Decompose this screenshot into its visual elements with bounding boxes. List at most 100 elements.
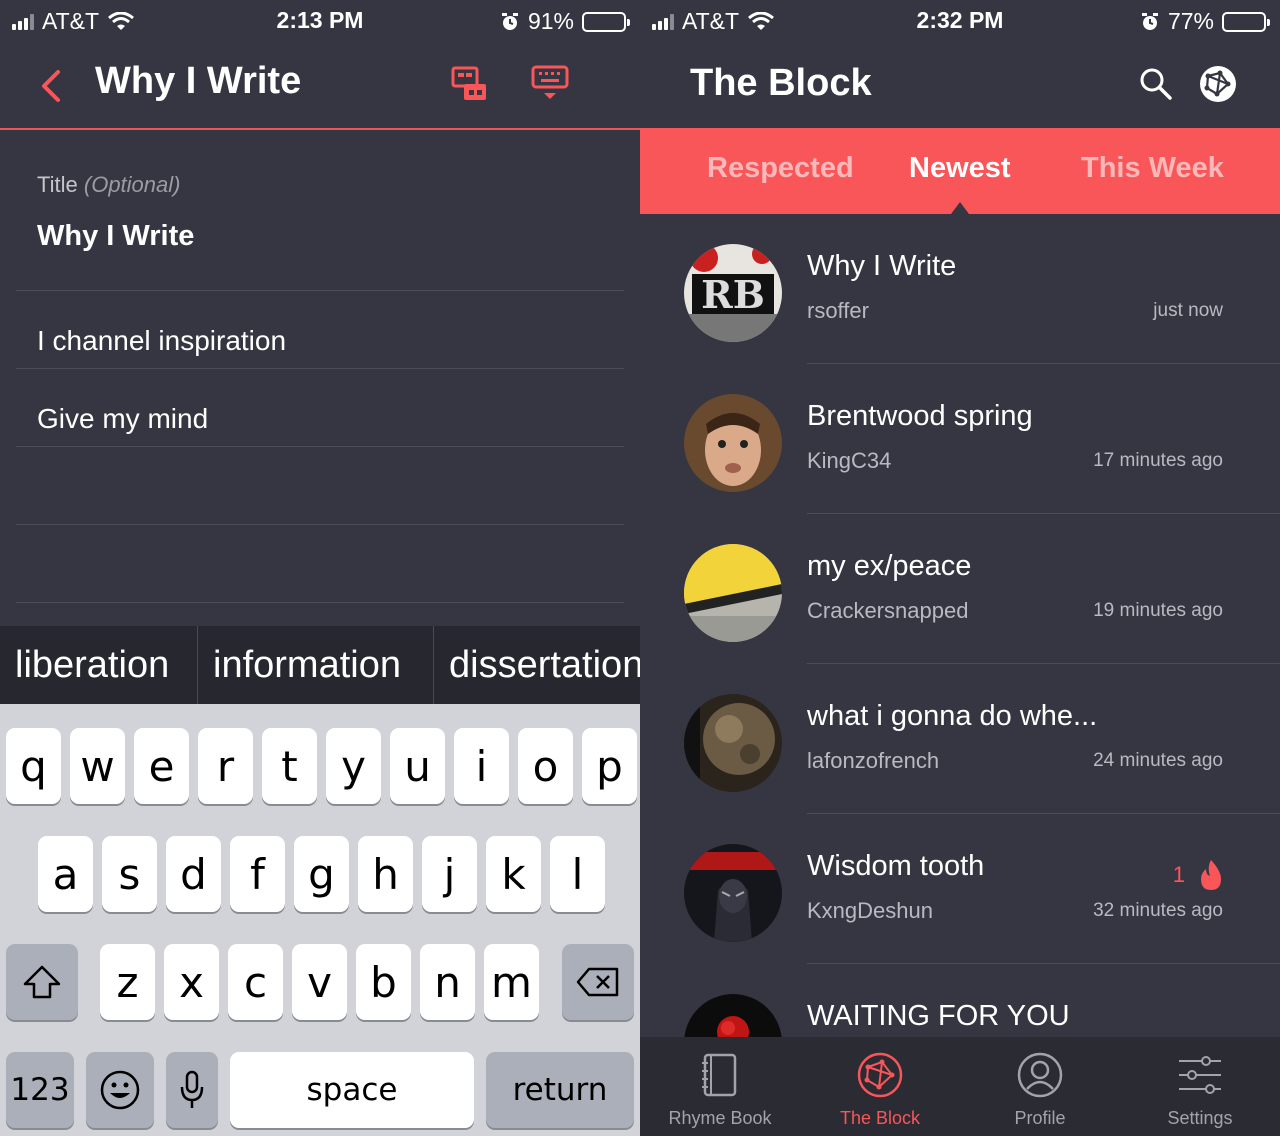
tabbar-item-settings[interactable]: Settings <box>1120 1037 1280 1136</box>
backspace-icon <box>576 967 619 997</box>
feed-item[interactable]: RB Why I Write rsoffer just now <box>640 214 1280 364</box>
title-label-text: Title <box>37 172 78 197</box>
item-username: KingC34 <box>807 448 892 473</box>
feed-tabs: Respected Newest This Week <box>640 128 1280 214</box>
editor-nav-bar: Why I Write <box>0 42 640 130</box>
suggestion-item[interactable]: liberation <box>0 626 198 704</box>
tabbar-item-the-block[interactable]: The Block <box>800 1037 960 1136</box>
item-title: Why I Write <box>807 250 957 282</box>
key-k[interactable]: k <box>486 836 541 912</box>
sliders-icon <box>1179 1056 1221 1094</box>
divider <box>16 446 624 447</box>
key-c[interactable]: c <box>228 944 283 1020</box>
key-m[interactable]: m <box>484 944 539 1020</box>
alarm-icon <box>1141 12 1158 30</box>
shift-key[interactable] <box>6 944 78 1020</box>
delete-key[interactable] <box>562 944 634 1020</box>
tabbar-label: Settings <box>1167 1108 1233 1128</box>
key-a[interactable]: a <box>38 836 93 912</box>
bottom-tab-bar: Rhyme Book The Block Profile Settings <box>640 1037 1280 1136</box>
title-label: Title (Optional) <box>37 172 180 198</box>
tabbar-label: The Block <box>839 1108 921 1128</box>
page-title: The Block <box>690 62 872 104</box>
battery-icon <box>1222 11 1270 32</box>
status-bar: AT&T 2:13 PM 91% <box>0 0 640 42</box>
key-q[interactable]: q <box>6 728 61 804</box>
search-icon[interactable] <box>1138 66 1174 102</box>
key-x[interactable]: x <box>164 944 219 1020</box>
key-g[interactable]: g <box>294 836 349 912</box>
globe-network-icon <box>857 1052 903 1098</box>
battery-percent: 77% <box>1167 8 1214 34</box>
globe-network-icon[interactable] <box>1198 64 1238 104</box>
microphone-icon <box>180 1070 204 1108</box>
key-b[interactable]: b <box>356 944 411 1020</box>
key-o[interactable]: o <box>518 728 573 804</box>
suggestion-item[interactable]: dissertation <box>434 626 640 704</box>
feed-item[interactable]: Brentwood spring KingC34 17 minutes ago <box>640 364 1280 514</box>
item-username: Crackersnapped <box>807 598 969 623</box>
return-key[interactable]: return <box>486 1052 634 1128</box>
status-bar: AT&T 2:32 PM 77% <box>640 0 1280 42</box>
lyric-line-2[interactable]: Give my mind <box>37 403 208 435</box>
feed-item[interactable]: what i gonna do whe... lafonzofrench 24 … <box>640 664 1280 814</box>
feed-item[interactable]: Wisdom tooth KxngDeshun 32 minutes ago 1 <box>640 814 1280 964</box>
divider <box>16 602 624 603</box>
active-tab-indicator <box>951 202 969 214</box>
key-j[interactable]: j <box>422 836 477 912</box>
feed-item[interactable]: WAITING FOR YOU <box>640 964 1280 1037</box>
key-t[interactable]: t <box>262 728 317 804</box>
tabbar-item-rhyme-book[interactable]: Rhyme Book <box>640 1037 800 1136</box>
lyric-line-1[interactable]: I channel inspiration <box>37 325 286 357</box>
item-title: my ex/peace <box>807 550 972 582</box>
the-block-screen: AT&T 2:32 PM 77% The Block Respected New… <box>640 0 1280 1136</box>
key-p[interactable]: p <box>582 728 637 804</box>
key-h[interactable]: h <box>358 836 413 912</box>
avatar <box>684 394 782 492</box>
key-y[interactable]: y <box>326 728 381 804</box>
layout-icon[interactable] <box>450 64 490 104</box>
numbers-key[interactable]: 123 <box>6 1052 74 1128</box>
item-title: Brentwood spring <box>807 400 1033 432</box>
avatar: RB <box>684 244 782 342</box>
suggestion-item[interactable]: information <box>198 626 434 704</box>
key-v[interactable]: v <box>292 944 347 1020</box>
key-l[interactable]: l <box>550 836 605 912</box>
space-key[interactable]: space <box>230 1052 474 1128</box>
tabbar-item-profile[interactable]: Profile <box>960 1037 1120 1136</box>
feed-list: RB Why I Write rsoffer just now Brentwoo… <box>640 214 1280 1037</box>
fire-count-value: 1 <box>1172 862 1185 887</box>
shift-icon <box>23 965 61 999</box>
item-timestamp: just now <box>1153 300 1223 321</box>
block-nav-bar: The Block <box>640 42 1280 128</box>
item-title: WAITING FOR YOU <box>807 1000 1070 1032</box>
item-timestamp: 32 minutes ago <box>1093 900 1223 921</box>
keyboard: 123 space return qwertyuiop asdfghjkl zxcv… <box>0 704 640 1136</box>
tab-respected[interactable]: Respected <box>707 152 854 185</box>
avatar <box>684 844 782 942</box>
tab-this-week[interactable]: This Week <box>1081 152 1224 185</box>
back-chevron-icon[interactable] <box>32 64 68 108</box>
title-optional-text: (Optional) <box>83 172 181 197</box>
keyboard-dismiss-icon[interactable] <box>530 64 570 104</box>
item-username: lafonzofrench <box>807 748 940 773</box>
key-r[interactable]: r <box>198 728 253 804</box>
key-i[interactable]: i <box>454 728 509 804</box>
tab-newest[interactable]: Newest <box>909 152 1011 185</box>
svg-text:RB: RB <box>701 272 765 317</box>
item-username: KxngDeshun <box>807 898 933 923</box>
key-f[interactable]: f <box>230 836 285 912</box>
dictation-key[interactable] <box>166 1052 218 1128</box>
key-n[interactable]: n <box>420 944 475 1020</box>
fire-count: 1 <box>1173 859 1223 891</box>
feed-item[interactable]: my ex/peace Crackersnapped 19 minutes ag… <box>640 514 1280 664</box>
emoji-key[interactable] <box>86 1052 154 1128</box>
key-u[interactable]: u <box>390 728 445 804</box>
item-timestamp: 17 minutes ago <box>1093 450 1223 471</box>
key-d[interactable]: d <box>166 836 221 912</box>
key-e[interactable]: e <box>134 728 189 804</box>
key-w[interactable]: w <box>70 728 125 804</box>
key-z[interactable]: z <box>100 944 155 1020</box>
key-s[interactable]: s <box>102 836 157 912</box>
title-field[interactable]: Why I Write <box>37 220 194 253</box>
